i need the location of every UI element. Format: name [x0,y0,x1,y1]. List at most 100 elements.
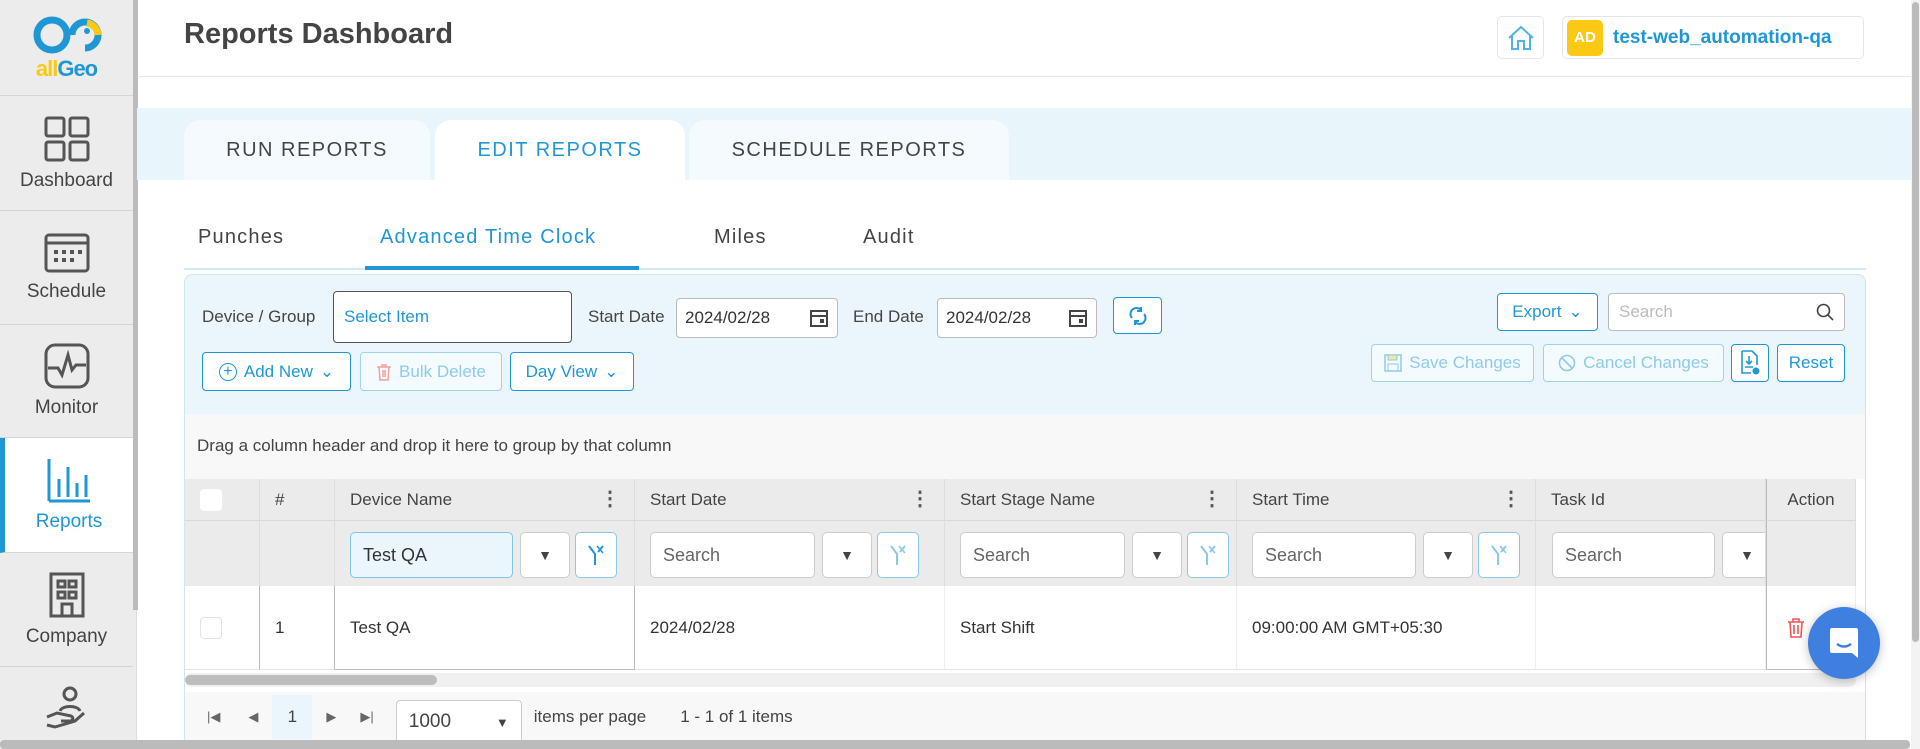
logo-text-all: all [35,55,58,81]
end-date-label: End Date [853,307,924,326]
plus-circle-icon: + [218,362,237,381]
add-new-button[interactable]: + Add New ⌄ [202,352,351,391]
subtab-miles[interactable]: Miles [714,226,767,249]
refresh-button[interactable] [1113,297,1162,334]
allgeo-logo[interactable]: allGeo [0,0,133,96]
reset-button[interactable]: Reset [1777,344,1845,382]
filter-operator-dropdown[interactable]: ▼ [1132,532,1182,578]
pulse-icon [44,343,89,389]
scrollbar-thumb[interactable] [185,675,437,685]
sidebar-item-reports[interactable]: Reports [0,438,133,553]
search-input[interactable]: Search [1608,293,1845,331]
pager-summary: 1 - 1 of 1 items [680,707,793,726]
start-date-filter-input[interactable]: Search [650,532,815,578]
cell-start-time: 09:00:00 AM GMT+05:30 [1237,586,1536,670]
export-settings-button[interactable] [1731,344,1769,382]
filter-cell-start-stage: Search ▼ [945,520,1237,586]
day-view-dropdown[interactable]: Day View ⌄ [510,352,634,391]
cell-num: 1 [260,586,335,670]
page-size-select[interactable]: 1000 ▼ [395,700,522,744]
page-number[interactable]: 1 [272,695,313,739]
sidebar-scrollbar[interactable] [133,0,138,610]
chevron-down-icon: ⌄ [1568,302,1583,321]
end-date-input[interactable]: 2024/02/28 [937,298,1097,338]
data-grid: # Device Name ⋮ Start Date ⋮ Start Stage N… [184,479,1866,692]
group-hint: Drag a column header and drop it here to… [197,436,672,455]
chat-button[interactable] [1808,607,1880,679]
column-menu-icon[interactable]: ⋮ [910,489,930,509]
sidebar-item-dashboard[interactable]: Dashboard [0,97,133,211]
logo-text-geo: Geo [57,55,98,81]
first-page-icon[interactable]: |◀ [207,709,220,725]
column-header-start-time[interactable]: Start Time ⋮ [1237,479,1536,520]
delete-icon[interactable] [1787,617,1805,639]
calendar-icon[interactable] [1068,308,1088,328]
column-menu-icon[interactable]: ⋮ [1501,489,1521,509]
filter-operator-dropdown[interactable]: ▼ [520,532,570,578]
clear-filter-button[interactable] [575,532,617,578]
next-page-icon[interactable]: ▶ [326,709,336,725]
avatar: AD [1567,19,1603,56]
calendar-icon[interactable] [809,308,829,328]
column-menu-icon[interactable]: ⋮ [1202,489,1222,509]
prev-page-icon[interactable]: ◀ [248,709,258,725]
scrollbar-thumb[interactable] [1912,2,1919,642]
start-stage-filter-input[interactable]: Search [960,532,1125,578]
start-date-input[interactable]: 2024/02/28 [676,298,838,338]
bulk-delete-button[interactable]: Bulk Delete [360,352,502,391]
tab-edit-reports[interactable]: EDIT REPORTS [435,120,685,180]
export-button[interactable]: Export ⌄ [1497,293,1598,331]
user-menu[interactable]: AD test-web_automation-qa [1562,16,1864,59]
page-title: Reports Dashboard [184,18,454,50]
tab-schedule-reports[interactable]: SCHEDULE REPORTS [689,120,1009,180]
cell-task-id [1536,586,1766,670]
last-page-icon[interactable]: ▶| [360,709,373,725]
row-checkbox[interactable] [200,616,222,639]
clear-filter-button[interactable] [1187,532,1229,578]
chat-icon [1830,628,1858,658]
building-icon [49,572,84,617]
clear-filter-button[interactable] [877,532,919,578]
column-header-task-id[interactable]: Task Id [1536,479,1766,520]
sidebar-item-schedule[interactable]: Schedule [0,211,133,325]
save-changes-button[interactable]: Save Changes [1371,344,1534,382]
tab-run-reports[interactable]: RUN REPORTS [184,120,430,180]
refresh-icon [1129,306,1146,325]
subtab-punches[interactable]: Punches [198,226,284,249]
select-all-checkbox[interactable] [200,488,222,511]
filter-operator-dropdown[interactable]: ▼ [1722,532,1765,578]
row-select-cell [185,586,260,670]
page-horizontal-scrollbar[interactable] [0,740,1910,749]
sidebar-item-services[interactable] [0,667,133,749]
column-menu-icon[interactable]: ⋮ [600,489,620,509]
start-time-filter-input[interactable]: Search [1252,532,1416,578]
sidebar-item-label: Company [25,625,108,647]
column-header-device-name[interactable]: Device Name ⋮ [335,479,635,520]
sidebar-item-company[interactable]: Company [0,553,133,667]
device-group-select[interactable]: Select Item [333,291,572,343]
sidebar-item-monitor[interactable]: Monitor [0,325,133,438]
column-header-start-date[interactable]: Start Date ⋮ [635,479,945,520]
header-divider [137,76,1912,77]
logo-icon [33,16,102,53]
group-drop-area[interactable]: Drag a column header and drop it here to… [184,414,1866,479]
device-name-filter-input[interactable]: Test QA [350,532,513,578]
horizontal-scrollbar[interactable] [185,673,1856,687]
filter-operator-dropdown[interactable]: ▼ [1423,532,1473,578]
filter-clear-icon [1200,545,1216,565]
sidebar-item-label: Dashboard [20,169,113,191]
header-select-all [185,479,260,520]
subtab-advanced-time-clock[interactable]: Advanced Time Clock [380,226,596,249]
clear-filter-button[interactable] [1478,532,1520,578]
filter-cell [185,520,260,586]
page-vertical-scrollbar[interactable] [1911,0,1920,749]
subtab-audit[interactable]: Audit [863,226,915,249]
task-id-filter-input[interactable]: Search [1552,532,1715,578]
cell-start-stage: Start Shift [945,586,1237,670]
home-button[interactable] [1497,16,1544,59]
column-header-start-stage-name[interactable]: Start Stage Name ⋮ [945,479,1237,520]
filter-operator-dropdown[interactable]: ▼ [822,532,872,578]
cancel-changes-button[interactable]: Cancel Changes [1543,344,1724,382]
column-header-num[interactable]: # [260,479,335,520]
hand-user-icon [45,686,85,729]
